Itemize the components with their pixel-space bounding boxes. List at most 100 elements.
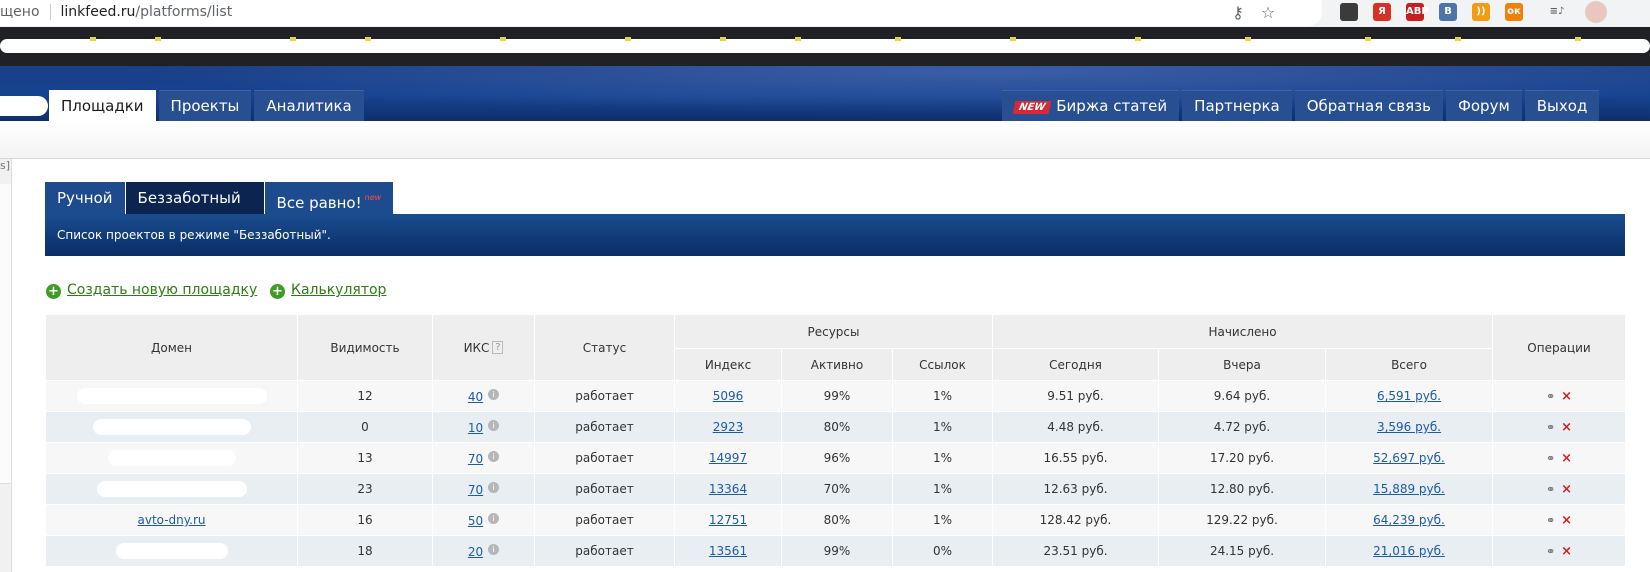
security-label[interactable]: щено (0, 4, 40, 20)
total-link[interactable]: 15,889 руб. (1373, 482, 1445, 496)
domain-link[interactable] (76, 388, 267, 404)
col-yesterday[interactable]: Вчера (1158, 348, 1326, 381)
key-icon[interactable]: ⚷ (1228, 3, 1248, 22)
info-icon[interactable]: i (488, 512, 500, 524)
nav-analytics[interactable]: Аналитика (254, 90, 364, 121)
today-cell: 12.63 руб. (992, 473, 1159, 505)
address-text[interactable]: щено linkfeed.ru/platforms/list (0, 4, 232, 20)
domain-link[interactable] (92, 419, 251, 435)
delete-icon[interactable]: × (1561, 544, 1572, 559)
link-settings-icon[interactable]: ⚭ (1546, 452, 1555, 465)
tab-manual[interactable]: Ручной (45, 182, 125, 214)
iks-cell: 70 i (432, 442, 535, 474)
tab-carefree[interactable]: Беззаботный (125, 182, 264, 214)
visibility-cell: 0 (297, 411, 433, 443)
main-nav-left: Площадки Проекты Аналитика (49, 90, 367, 121)
links-cell: 1% (892, 504, 993, 536)
delete-icon[interactable]: × (1561, 420, 1572, 435)
index-link[interactable]: 13561 (709, 544, 747, 558)
ext-yandex-icon[interactable]: Я (1373, 3, 1391, 21)
info-icon[interactable]: i (488, 543, 500, 555)
avatar[interactable] (1585, 1, 1607, 23)
iks-link[interactable]: 10 (468, 421, 483, 435)
delete-icon[interactable]: × (1561, 389, 1572, 404)
nav-affiliate[interactable]: Партнерка (1182, 90, 1292, 121)
link-settings-icon[interactable]: ⚭ (1546, 483, 1555, 496)
ext-vk-icon[interactable]: B (1439, 3, 1457, 21)
table-row: 23 70 i работает 13364 70% 1% 12.63 руб. 12.80 р… (45, 473, 1627, 505)
iks-link[interactable]: 20 (468, 545, 483, 559)
star-icon[interactable]: ☆ (1258, 3, 1278, 22)
index-link[interactable]: 13364 (709, 482, 747, 496)
col-iks[interactable]: ИКС? (432, 314, 535, 381)
iks-help-icon[interactable]: ? (492, 340, 504, 354)
delete-icon[interactable]: × (1561, 513, 1572, 528)
site-logo[interactable] (0, 96, 48, 116)
iks-link[interactable]: 40 (468, 390, 483, 404)
nav-article-exchange[interactable]: NEW Биржа статей (1002, 90, 1180, 121)
total-link[interactable]: 6,591 руб. (1377, 389, 1441, 403)
nav-logout[interactable]: Выход (1524, 90, 1600, 121)
yesterday-cell: 4.72 руб. (1158, 411, 1326, 443)
delete-icon[interactable]: × (1561, 451, 1572, 466)
index-link[interactable]: 5096 (713, 389, 744, 403)
create-platform-link[interactable]: + Создать новую площадку (46, 282, 257, 299)
total-link[interactable]: 52,697 руб. (1373, 451, 1445, 465)
media-icon[interactable]: ≡♪ (1548, 3, 1566, 21)
info-icon[interactable]: i (488, 419, 500, 431)
col-total[interactable]: Всего (1324, 348, 1494, 381)
nav-platforms[interactable]: Площадки (49, 90, 156, 121)
col-today[interactable]: Сегодня (992, 348, 1159, 381)
index-link[interactable]: 2923 (713, 420, 744, 434)
domain-link[interactable]: avto-dny.ru (137, 513, 205, 527)
col-active[interactable]: Активно (781, 348, 893, 381)
iks-link[interactable]: 70 (468, 483, 483, 497)
plus-icon: + (270, 284, 285, 299)
nav-feedback[interactable]: Обратная связь (1294, 90, 1443, 121)
info-icon[interactable]: i (488, 450, 500, 462)
link-settings-icon[interactable]: ⚭ (1546, 545, 1555, 558)
calculator-link[interactable]: + Калькулятор (270, 282, 386, 299)
nav-projects[interactable]: Проекты (158, 90, 252, 121)
address-bar[interactable]: щено linkfeed.ru/platforms/list ⚷ ☆ (0, 0, 1322, 26)
iks-link[interactable]: 50 (468, 514, 483, 528)
nav-forum[interactable]: Форум (1445, 90, 1522, 121)
ext-ok-icon[interactable]: ок (1505, 3, 1523, 21)
iks-cell: 50 i (432, 504, 535, 536)
total-cell: 6,591 руб. (1324, 380, 1494, 412)
active-cell: 80% (781, 504, 893, 536)
domain-link[interactable] (115, 543, 228, 559)
info-icon[interactable]: i (488, 481, 500, 493)
ext-reader-icon[interactable] (1340, 3, 1358, 21)
info-icon[interactable]: i (488, 388, 500, 400)
delete-icon[interactable]: × (1561, 482, 1572, 497)
tab-whatever[interactable]: Все равно! new (264, 182, 394, 214)
ext-adblock-icon[interactable]: ABP (1406, 3, 1429, 21)
total-cell: 64,239 руб. (1324, 504, 1494, 536)
yesterday-cell: 12.80 руб. (1158, 473, 1326, 505)
total-link[interactable]: 64,239 руб. (1373, 513, 1445, 527)
index-link[interactable]: 12751 (709, 513, 747, 527)
total-link[interactable]: 21,016 руб. (1373, 544, 1445, 558)
total-link[interactable]: 3,596 руб. (1377, 420, 1441, 434)
links-cell: 0% (892, 535, 993, 567)
yesterday-cell: 24.15 руб. (1158, 535, 1326, 567)
domain-link[interactable] (96, 481, 247, 497)
link-settings-icon[interactable]: ⚭ (1546, 514, 1555, 527)
ext-rss-icon[interactable]: )) (1472, 3, 1490, 21)
active-cell: 96% (781, 442, 893, 474)
link-settings-icon[interactable]: ⚭ (1546, 421, 1555, 434)
col-visibility[interactable]: Видимость (297, 314, 433, 381)
col-index[interactable]: Индекс (674, 348, 782, 381)
status-cell: работает (534, 473, 675, 505)
domain-link[interactable] (107, 450, 236, 466)
col-links[interactable]: Ссылок (892, 348, 993, 381)
visibility-cell: 16 (297, 504, 433, 536)
active-cell: 99% (781, 535, 893, 567)
iks-link[interactable]: 70 (468, 452, 483, 466)
col-status[interactable]: Статус (534, 314, 675, 381)
link-settings-icon[interactable]: ⚭ (1546, 390, 1555, 403)
col-domain[interactable]: Домен (45, 314, 298, 381)
index-link[interactable]: 14997 (709, 451, 747, 465)
operations-cell: ⚭ × (1492, 473, 1627, 505)
